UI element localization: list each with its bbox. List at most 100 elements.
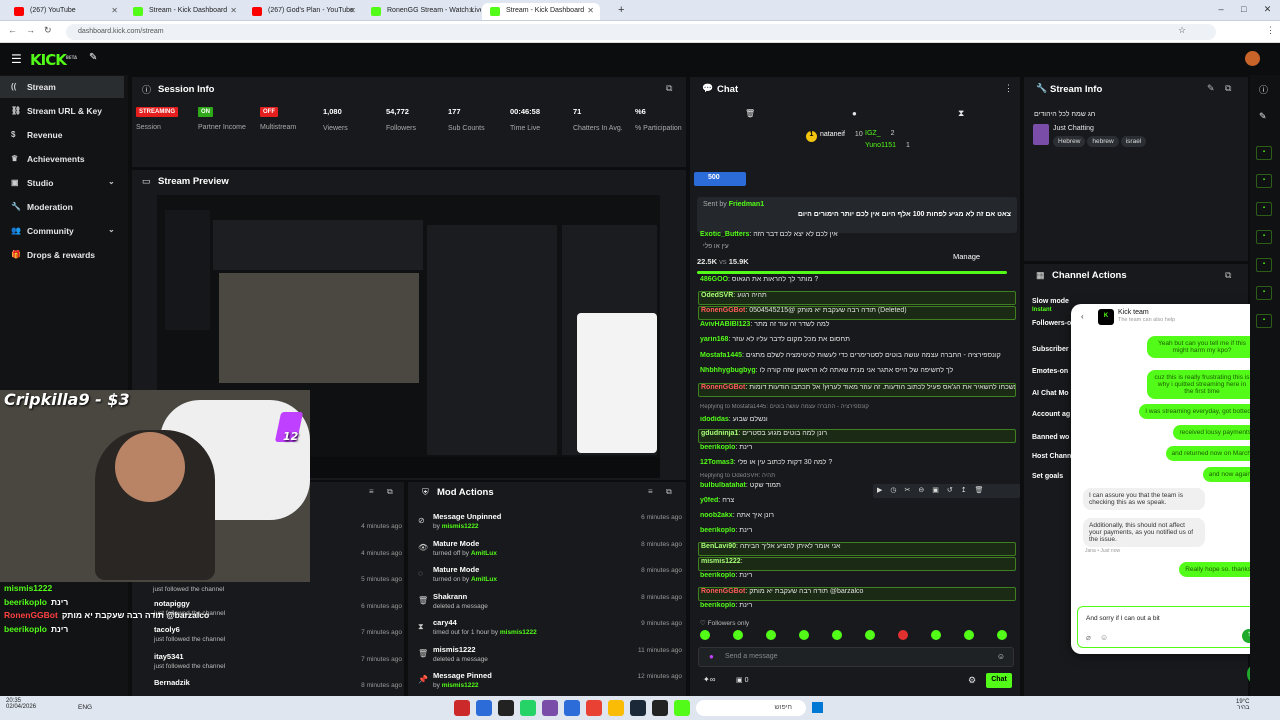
popout-icon[interactable]: ⧉ [666,487,672,497]
channel-action-item[interactable]: Emotes-on [1032,368,1068,375]
chat-username[interactable]: beerikoplo [700,602,735,609]
chat-username[interactable]: OdedSVR [701,292,733,299]
bolt-icon[interactable]: ▪ [1256,174,1272,188]
emote-icon[interactable] [832,630,842,640]
taskbar-app-icon[interactable] [520,700,536,716]
filter-icon[interactable]: ≡ [648,487,653,496]
sidebar-item-revenue[interactable]: $ Revenue [0,124,124,146]
start-button[interactable] [812,702,823,713]
emote-icon[interactable] [997,630,1007,640]
url-field[interactable]: dashboard.kick.com/stream [66,24,1216,40]
chat-username[interactable]: Exotic_Butters [700,231,749,238]
new-tab-button[interactable]: + [618,4,624,16]
chat-message[interactable]: beerikoplo: רינת [698,444,1016,458]
chat-username[interactable]: gdudninja1 [701,430,738,437]
taskbar-app-icon[interactable] [476,700,492,716]
tag-chip[interactable]: hebrew [1087,136,1119,147]
chat-message[interactable]: gdudninja1: רונן למה בוטים מגוע בסטרים [698,429,1016,443]
sidebar-item-achievements[interactable]: ♛ Achievements [0,148,124,170]
mic-icon[interactable]: ● [709,652,714,661]
chat-message[interactable]: Mostafa1445: קונספירציה - החברה עצמה עוש… [698,352,1016,366]
tag-chip[interactable]: israel [1120,136,1147,147]
kick-logo[interactable]: KICKBETA [30,51,77,69]
chat-username[interactable]: RonenGGBot [701,384,745,391]
chat-message[interactable]: BenLavi90: אני אומר לאיתן להציע אליך הבי… [698,542,1016,556]
mod-action-user[interactable]: mismis1222 [442,682,479,689]
chat-message[interactable]: OdedSVR: תהיה רגוע [698,291,1016,305]
sidebar-item-stream[interactable]: ((Stream [0,76,124,98]
gift-icon[interactable]: ✦∞ [703,675,715,684]
prediction-bar[interactable]: עין או פלי 22.5K vs 15.9K Manage [697,243,1017,275]
reload-icon[interactable]: ↻ [44,25,52,36]
channel-action-item[interactable]: Instant [1032,307,1052,313]
chat-menu-icon[interactable]: ⋮ [1004,83,1013,94]
trash-icon[interactable]: 🗑 [745,109,755,118]
taskbar-app-icon[interactable] [498,700,514,716]
filter-icon[interactable]: ≡ [369,487,374,496]
message-icon[interactable]: ● [852,109,857,118]
popout-icon[interactable]: ⧉ [666,83,672,94]
chat-message[interactable]: beerikoplo: רינת [698,572,1016,586]
chat-username[interactable]: mismis1222 [701,558,741,565]
maximize-button[interactable]: □ [1241,4,1246,15]
chat-message[interactable]: RonenGGBot: אל תשכחו להשאיר את הג'אס פעי… [698,383,1016,397]
chevron-down-icon[interactable]: ⌄ [108,225,115,234]
browser-tab[interactable]: Stream - Kick Dashboard ✕ [482,3,600,20]
emote-icon[interactable] [964,630,974,640]
back-icon[interactable]: ← [8,25,17,35]
chat-username[interactable]: 12Tomas3 [700,459,734,466]
tab-close-icon[interactable]: ✕ [587,6,594,15]
sidebar-item-community[interactable]: 👥 Community ⌄ [0,220,124,242]
edit-icon[interactable]: ✎ [1207,83,1215,94]
category-name[interactable]: Just Chatting [1053,125,1094,132]
emote-icon[interactable] [733,630,743,640]
taskbar-app-icon[interactable] [652,700,668,716]
taskbar-app-icon[interactable] [564,700,580,716]
channel-action-item[interactable]: Subscriber [1032,346,1069,353]
message-tools[interactable]: ▶◷✂⊖▣↺↥🗑 [873,484,1020,498]
tag-chip[interactable]: Hebrew [1053,136,1086,147]
emote-icon[interactable] [898,630,908,640]
mod-action-user[interactable]: mismis1222 [500,629,537,636]
close-window-button[interactable]: ✕ [1264,4,1272,15]
menu-dots-icon[interactable]: ⋮ [1266,25,1275,36]
browser-tab[interactable]: RonenGG Stream - Watch Live ✕ [363,3,481,20]
minimize-button[interactable]: – [1219,4,1224,15]
star-icon[interactable]: ☆ [1178,25,1186,36]
hamburger-icon[interactable]: ☰ [11,52,22,66]
taskbar-app-icon[interactable] [674,700,690,716]
chat-send-button[interactable]: Chat [986,673,1012,688]
channel-action-item[interactable]: AI Chat Mo [1032,390,1069,397]
chat-message[interactable]: y0fed: צרח [698,497,1016,511]
chat-message[interactable]: noob2akx: רונן איך אתה [698,512,1016,526]
chat-username[interactable]: RonenGGBot [701,588,745,595]
hourglass-icon[interactable]: ⧗ [958,108,964,119]
emote-icon[interactable] [931,630,941,640]
browser-tab[interactable]: (267) God's Plan - YouTube ✕ [244,3,362,20]
chat-message[interactable]: yarin168: תחסום את מכל מקום לדבר עליו לא… [698,336,1016,350]
emote-icon[interactable] [865,630,875,640]
taskbar-app-icon[interactable] [586,700,602,716]
pinned-message[interactable]: Sent by Friedman1 צאט אם זה לא מגיע לפחו… [697,197,1017,233]
chat-message[interactable]: AvivHABIBI123: למה לשדר זה עוד זה מתר [698,321,1016,335]
browser-tab[interactable]: (267) YouTube ✕ [6,3,124,20]
radio-icon[interactable]: ▪ [1256,258,1272,272]
taskbar-clock[interactable]: 20:35 02/04/2026 [6,698,36,710]
chat-username[interactable]: Mostafa1445 [700,352,742,359]
chat-username[interactable]: AvivHABIBI123 [700,321,750,328]
tab-close-icon[interactable]: ✕ [230,6,237,15]
chat-username[interactable]: beerikoplo [700,572,735,579]
chat-message[interactable]: 12Tomas3: למה 30 דקות לכתוב עין או פלי ? [698,459,1016,473]
chat-message[interactable]: mismis1222: [698,557,1016,571]
attach-icon[interactable]: ⌀ [1086,633,1091,642]
emoji-icon[interactable]: ☺ [997,652,1005,661]
popout-icon[interactable]: ⧉ [1225,270,1231,281]
avatar[interactable] [1245,51,1260,66]
forward-icon[interactable]: → [26,25,35,35]
weather[interactable]: 19°C בהיר [1236,699,1249,711]
chat-message[interactable]: RonenGGBot: 0504545215@ תודה רבה שעקבת י… [698,306,1016,320]
chat-username[interactable]: Nhbhhygbugbyg [700,367,756,374]
chat-message[interactable]: Exotic_Butters: אין לכם לא יצא לכם דבר ה… [698,231,1016,245]
settings-icon[interactable]: ⚙ [968,675,976,686]
taskbar-app-icon[interactable] [608,700,624,716]
